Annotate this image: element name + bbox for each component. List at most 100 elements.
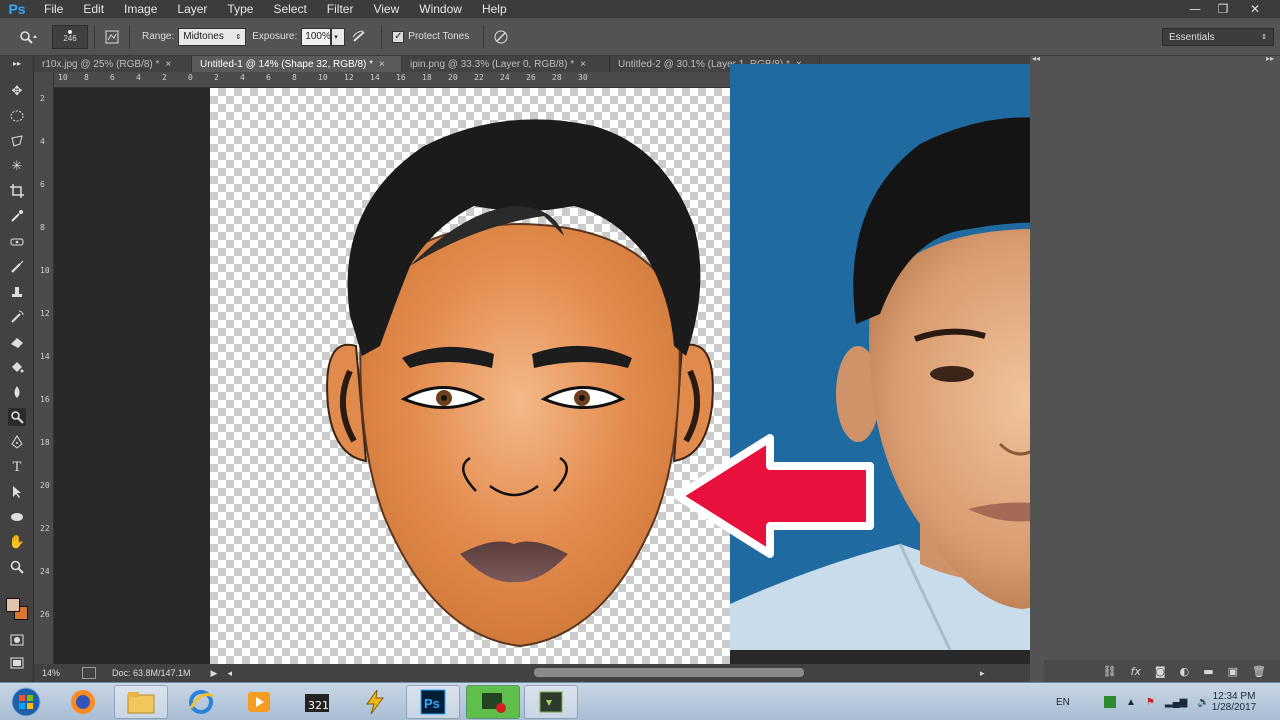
minimize-button[interactable]: — [1180, 0, 1210, 18]
exposure-slider-button[interactable]: ▾ [331, 27, 346, 46]
paint-bucket-icon[interactable] [8, 358, 26, 376]
menu-bar: Ps File Edit Image Layer Type Select Fil… [0, 0, 1280, 18]
status-info-icon[interactable] [82, 667, 96, 679]
camtasia-recorder-icon[interactable] [466, 685, 520, 719]
zoom-level[interactable]: 14% [42, 668, 82, 678]
exposure-input[interactable]: 100% [301, 27, 332, 46]
new-group-icon[interactable]: ▬ [1203, 665, 1213, 678]
adjustment-layer-icon[interactable]: ◐ [1180, 665, 1190, 678]
foreground-color-swatch[interactable] [6, 598, 20, 612]
close-icon[interactable]: × [580, 59, 586, 70]
menu-window[interactable]: Window [409, 2, 472, 16]
updown-icon: ⇕ [235, 33, 242, 41]
blur-tool-icon[interactable] [8, 383, 26, 401]
menu-help[interactable]: Help [472, 2, 517, 16]
link-layers-icon[interactable]: ⛓ [1103, 665, 1117, 678]
lasso-tool-icon[interactable] [8, 132, 26, 150]
range-value: Midtones [183, 31, 224, 42]
ruler-tick-label: 20 [448, 73, 458, 82]
file-explorer-icon[interactable] [114, 685, 168, 719]
tab-r10x[interactable]: r10x.jpg @ 25% (RGB/8) * × [34, 56, 192, 72]
history-brush-icon[interactable] [8, 308, 26, 326]
ruler-tick-label: 6 [110, 73, 115, 82]
svg-text:Ps: Ps [424, 696, 440, 711]
menu-layer[interactable]: Layer [167, 2, 217, 16]
brush-panel-toggle-icon[interactable] [101, 26, 123, 48]
windows-taskbar: 321 Ps EN ▲ ⚑ ▂▄▆ 🔊 12:34 PM 1/28/2017 [0, 682, 1280, 720]
delete-layer-icon[interactable]: 🗑 [1252, 665, 1266, 678]
close-icon[interactable]: × [165, 59, 171, 70]
dodge-tool-icon[interactable] [8, 408, 26, 426]
lightning-app-icon[interactable] [348, 685, 402, 719]
tab-untitled-1[interactable]: Untitled-1 @ 14% (Shape 32, RGB/8) * × [192, 56, 402, 72]
start-button[interactable] [2, 685, 50, 719]
crop-tool-icon[interactable] [8, 182, 26, 200]
tab-ipin[interactable]: ipin.png @ 33.3% (Layer 0, RGB/8) * × [402, 56, 610, 72]
dodge-tool-preset-icon[interactable] [12, 25, 44, 49]
dock-collapse-icon[interactable]: ◂◂ [1032, 54, 1040, 63]
marquee-tool-icon[interactable] [8, 107, 26, 125]
new-layer-icon[interactable]: ▣ [1228, 665, 1238, 678]
menu-file[interactable]: File [34, 2, 73, 16]
range-select[interactable]: Midtones ⇕ [178, 27, 247, 46]
workspace-switcher[interactable]: Essentials ⇕ [1162, 28, 1274, 46]
internet-explorer-icon[interactable] [174, 685, 228, 719]
magic-wand-icon[interactable]: ✳ [8, 157, 26, 175]
network-icon[interactable]: ▂▄▆ [1165, 697, 1187, 708]
photoshop-taskbar-icon[interactable]: Ps [406, 685, 460, 719]
brush-tool-icon[interactable] [8, 258, 26, 276]
firefox-icon[interactable] [56, 685, 110, 719]
menu-image[interactable]: Image [114, 2, 167, 16]
menu-filter[interactable]: Filter [317, 2, 364, 16]
show-hidden-icons-icon[interactable]: ▲ [1126, 697, 1136, 708]
zoom-tool-icon[interactable] [8, 558, 26, 576]
action-center-flag-icon[interactable]: ⚑ [1146, 697, 1155, 708]
horizontal-scrollbar[interactable] [534, 668, 804, 677]
scroll-right-icon[interactable]: ▸ [980, 668, 985, 679]
eraser-icon[interactable] [8, 333, 26, 351]
status-menu-arrow-icon[interactable]: ▶ [211, 668, 218, 679]
collapse-toolbar-icon[interactable]: ▸▸ [8, 58, 26, 68]
add-mask-icon[interactable]: ◙ [1155, 665, 1166, 678]
exposure-label: Exposure: [252, 31, 298, 42]
pen-tool-icon[interactable] [8, 433, 26, 451]
media-player-icon[interactable] [232, 685, 286, 719]
status-bar: 14% Doc: 63.8M/147.1M ▶ ◂ ▸ [34, 664, 1030, 682]
menu-select[interactable]: Select [263, 2, 316, 16]
close-button[interactable]: ✕ [1240, 0, 1270, 18]
move-tool-icon[interactable]: ✥ [8, 82, 26, 100]
excel-tray-icon[interactable] [1104, 696, 1116, 708]
language-indicator[interactable]: EN [1056, 683, 1070, 720]
ellipse-tool-icon[interactable] [8, 508, 26, 526]
fx-icon[interactable]: fx [1131, 665, 1141, 678]
ruler-tick-label: 30 [578, 73, 588, 82]
panel-collapse-icon[interactable]: ▸▸ [1266, 54, 1274, 63]
spot-healing-icon[interactable] [8, 233, 26, 251]
airbrush-icon[interactable] [345, 26, 375, 48]
close-icon[interactable]: × [379, 59, 385, 70]
video-editor-icon[interactable]: 321 [290, 685, 344, 719]
menu-edit[interactable]: Edit [73, 2, 114, 16]
hand-tool-icon[interactable]: ✋ [8, 533, 26, 551]
protect-tones-checkbox[interactable]: ✓ Protect Tones [392, 30, 469, 43]
ruler-tick-label: 26 [526, 73, 536, 82]
ruler-tick-label: 6 [266, 73, 271, 82]
camtasia-studio-icon[interactable] [524, 685, 578, 719]
menu-view[interactable]: View [363, 2, 409, 16]
tools-panel: ▸▸ ✥ ✳ T ✋ [0, 56, 34, 682]
path-selection-icon[interactable] [8, 483, 26, 501]
restore-button[interactable]: ❐ [1208, 0, 1238, 18]
eyedropper-icon[interactable] [8, 207, 26, 225]
type-tool-icon[interactable]: T [8, 458, 26, 476]
quick-mask-icon[interactable] [8, 631, 26, 649]
clone-stamp-icon[interactable] [8, 283, 26, 301]
pressure-size-icon[interactable] [490, 26, 512, 48]
ruler-tick-label: 0 [188, 73, 193, 82]
checkmark-icon: ✓ [392, 30, 405, 43]
brush-size-picker[interactable]: 246 [52, 24, 88, 49]
screen-mode-icon[interactable] [8, 654, 26, 672]
menu-type[interactable]: Type [217, 2, 263, 16]
scroll-left-icon[interactable]: ◂ [227, 668, 232, 679]
ruler-tick-label: 14 [40, 352, 50, 361]
clock[interactable]: 12:34 PM 1/28/2017 [1206, 683, 1262, 720]
